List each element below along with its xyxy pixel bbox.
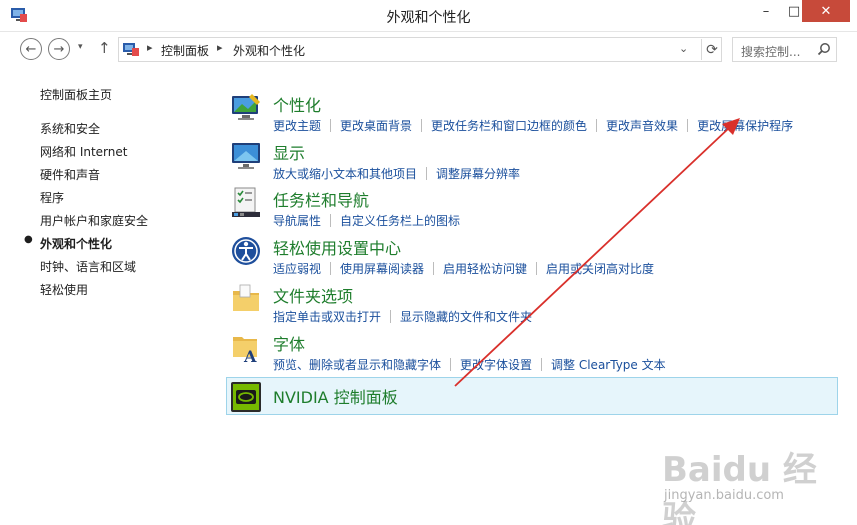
- link-divider: [536, 262, 538, 275]
- sidebar: 控制面板主页 系统和安全 网络和 Internet 硬件和声音 程序 用户帐户和…: [0, 70, 220, 525]
- sidebar-item-ease-of-access[interactable]: 轻松使用: [40, 281, 88, 298]
- link-scale-text[interactable]: 放大或缩小文本和其他项目: [273, 165, 417, 182]
- category-title: NVIDIA 控制面板: [273, 388, 398, 407]
- link-screen-reader[interactable]: 使用屏幕阅读器: [340, 260, 424, 277]
- link-divider: [330, 214, 332, 227]
- sidebar-item-user-accounts[interactable]: 用户帐户和家庭安全: [40, 212, 148, 229]
- category-links: 适应弱视 使用屏幕阅读器 启用轻松访问键 启用或关闭高对比度: [273, 260, 654, 277]
- link-change-theme[interactable]: 更改主题: [273, 117, 321, 134]
- category-folder-options: 文件夹选项 指定单击或双击打开 显示隐藏的文件和文件夹: [227, 283, 839, 329]
- category-title[interactable]: 任务栏和导航: [273, 187, 369, 211]
- link-access-keys[interactable]: 启用轻松访问键: [443, 260, 527, 277]
- category-links: 指定单击或双击打开 显示隐藏的文件和文件夹: [273, 308, 532, 325]
- search-input[interactable]: 搜索控制...: [732, 37, 837, 62]
- link-customize-taskbar-icons[interactable]: 自定义任务栏上的图标: [340, 212, 460, 229]
- link-show-hidden-files[interactable]: 显示隐藏的文件和文件夹: [400, 308, 532, 325]
- link-change-screen-saver[interactable]: 更改屏幕保护程序: [697, 117, 793, 134]
- search-placeholder: 搜索控制...: [741, 45, 801, 59]
- category-links: 导航属性 自定义任务栏上的图标: [273, 212, 460, 229]
- active-item-bullet: ●: [24, 234, 33, 245]
- address-dropdown-button[interactable]: ⌄: [679, 42, 688, 55]
- display-icon[interactable]: [230, 140, 262, 172]
- breadcrumb-appearance[interactable]: 外观和个性化: [233, 42, 305, 59]
- back-button[interactable]: ←: [20, 38, 42, 60]
- nvidia-icon: [231, 382, 261, 412]
- link-low-vision[interactable]: 适应弱视: [273, 260, 321, 277]
- sidebar-item-network[interactable]: 网络和 Internet: [40, 143, 127, 160]
- watermark-brand: Baidu 经验: [662, 450, 817, 525]
- control-panel-icon: [123, 43, 139, 56]
- category-taskbar-navigation: 任务栏和导航 导航属性 自定义任务栏上的图标: [227, 187, 839, 233]
- ease-of-access-icon[interactable]: [230, 235, 262, 267]
- link-change-sound-effects[interactable]: 更改声音效果: [606, 117, 678, 134]
- category-title[interactable]: 个性化: [273, 92, 321, 116]
- link-single-double-click[interactable]: 指定单击或双击打开: [273, 308, 381, 325]
- refresh-button[interactable]: ⟳: [701, 39, 722, 60]
- title-bar: 外观和个性化 – □ ✕: [0, 0, 857, 32]
- up-button[interactable]: ↑: [98, 39, 111, 57]
- window-title: 外观和个性化: [386, 10, 471, 26]
- sidebar-home-link[interactable]: 控制面板主页: [40, 86, 112, 103]
- link-divider: [450, 358, 452, 371]
- link-divider: [390, 310, 392, 323]
- sidebar-item-clock-language[interactable]: 时钟、语言和区域: [40, 258, 136, 275]
- taskbar-icon[interactable]: [230, 187, 262, 219]
- baidu-watermark: Baidu 经验 jingyan.baidu.com: [652, 432, 842, 525]
- link-divider: [687, 119, 689, 132]
- minimize-button[interactable]: –: [752, 0, 780, 22]
- link-divider: [433, 262, 435, 275]
- link-divider: [330, 262, 332, 275]
- breadcrumb-separator[interactable]: ▸: [217, 41, 223, 54]
- link-divider: [541, 358, 543, 371]
- link-high-contrast[interactable]: 启用或关闭高对比度: [546, 260, 654, 277]
- close-button[interactable]: ✕: [802, 0, 850, 22]
- fonts-icon[interactable]: A: [230, 331, 262, 363]
- svg-text:A: A: [243, 347, 257, 363]
- sidebar-item-programs[interactable]: 程序: [40, 189, 64, 206]
- category-title[interactable]: 显示: [273, 140, 305, 164]
- sidebar-item-appearance: 外观和个性化: [40, 237, 113, 251]
- sidebar-item-hardware-sound[interactable]: 硬件和声音: [40, 166, 100, 183]
- category-links: 更改主题 更改桌面背景 更改任务栏和窗口边框的颜色 更改声音效果 更改屏幕保护程…: [273, 117, 793, 134]
- forward-button[interactable]: →: [48, 38, 70, 60]
- sidebar-item-system-security[interactable]: 系统和安全: [40, 120, 100, 137]
- watermark-url: jingyan.baidu.com: [664, 488, 784, 503]
- breadcrumb-control-panel[interactable]: 控制面板: [161, 42, 209, 59]
- category-fonts: A 字体 预览、删除或者显示和隐藏字体 更改字体设置 调整 ClearType …: [227, 331, 839, 377]
- category-display: 显示 放大或缩小文本和其他项目 调整屏幕分辨率: [227, 140, 839, 186]
- category-links: 预览、删除或者显示和隐藏字体 更改字体设置 调整 ClearType 文本: [273, 356, 666, 373]
- link-change-taskbar-color[interactable]: 更改任务栏和窗口边框的颜色: [431, 117, 587, 134]
- category-links: 放大或缩小文本和其他项目 调整屏幕分辨率: [273, 165, 520, 182]
- category-title[interactable]: 字体: [273, 331, 305, 355]
- link-divider: [421, 119, 423, 132]
- link-divider: [330, 119, 332, 132]
- folder-options-icon[interactable]: [230, 283, 262, 315]
- link-preview-delete-fonts[interactable]: 预览、删除或者显示和隐藏字体: [273, 356, 441, 373]
- category-title[interactable]: 文件夹选项: [273, 283, 353, 307]
- address-bar[interactable]: ▸ 控制面板 ▸ 外观和个性化 ⌄ ⟳: [118, 37, 722, 62]
- link-divider: [426, 167, 428, 180]
- link-adjust-resolution[interactable]: 调整屏幕分辨率: [436, 165, 520, 182]
- search-icon[interactable]: [817, 42, 831, 56]
- link-divider: [596, 119, 598, 132]
- breadcrumb-separator[interactable]: ▸: [147, 41, 153, 54]
- category-title[interactable]: 轻松使用设置中心: [273, 235, 401, 259]
- recent-locations-button[interactable]: ▾: [78, 42, 83, 52]
- category-personalization: 个性化 更改主题 更改桌面背景 更改任务栏和窗口边框的颜色 更改声音效果 更改屏…: [227, 92, 839, 138]
- link-adjust-cleartype[interactable]: 调整 ClearType 文本: [551, 356, 666, 373]
- category-nvidia-control-panel[interactable]: NVIDIA 控制面板: [226, 377, 838, 415]
- link-change-desktop-background[interactable]: 更改桌面背景: [340, 117, 412, 134]
- navigation-bar: ← → ▾ ↑ ▸ 控制面板 ▸ 外观和个性化 ⌄ ⟳ 搜索控制...: [0, 33, 857, 67]
- personalization-icon[interactable]: [230, 92, 262, 124]
- category-ease-of-access: 轻松使用设置中心 适应弱视 使用屏幕阅读器 启用轻松访问键 启用或关闭高对比度: [227, 235, 839, 281]
- link-change-font-settings[interactable]: 更改字体设置: [460, 356, 532, 373]
- link-navigation-properties[interactable]: 导航属性: [273, 212, 321, 229]
